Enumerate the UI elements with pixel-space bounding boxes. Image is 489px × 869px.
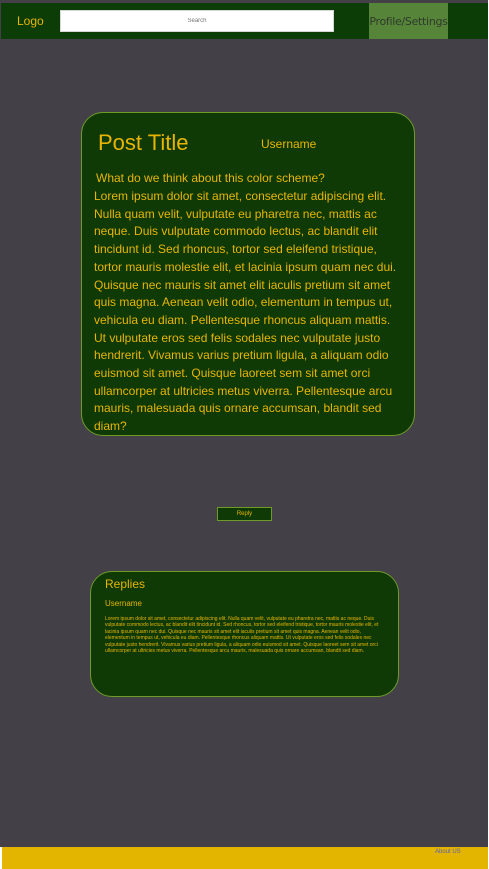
search-input[interactable] <box>60 10 334 32</box>
profile-settings-button[interactable]: Profile/Settings <box>369 3 448 39</box>
replies-section: Replies Username Lorem ipsum dolor sit a… <box>90 571 399 697</box>
top-nav-bar: Logo Profile/Settings <box>1 3 488 39</box>
post-body: Lorem ipsum dolor sit amet, consectetur … <box>94 189 397 434</box>
reply-author-username[interactable]: Username <box>105 599 142 608</box>
reply-button[interactable]: Reply <box>217 507 272 521</box>
about-us-link[interactable]: About US <box>435 849 461 855</box>
logo[interactable]: Logo <box>17 14 44 28</box>
reply-body: Lorem ipsum dolor sit amet, consectetur … <box>105 616 379 655</box>
post-question: What do we think about this color scheme… <box>96 171 325 185</box>
replies-heading: Replies <box>105 577 146 591</box>
post-author-username[interactable]: Username <box>261 137 316 151</box>
post-title: Post Title <box>98 130 189 155</box>
footer: About US <box>2 847 488 869</box>
post-card: Post Title Username What do we think abo… <box>81 112 415 436</box>
